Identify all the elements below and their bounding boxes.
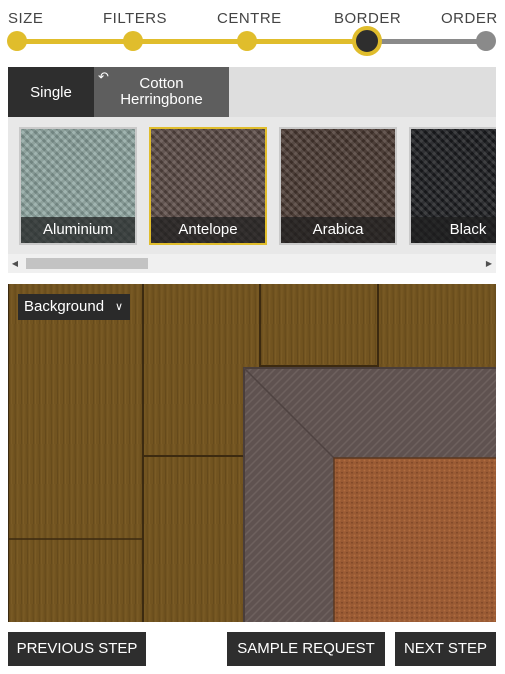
- step-order-label[interactable]: ORDER: [441, 10, 498, 27]
- tab-weave-label: Cotton Herringbone: [120, 75, 203, 108]
- step-size-label[interactable]: SIZE: [8, 10, 43, 27]
- background-dropdown[interactable]: Background ∨: [18, 294, 131, 320]
- step-border-dot[interactable]: [352, 26, 382, 56]
- border-selector-panel: Single ↶ Cotton Herringbone Aluminium An…: [8, 67, 496, 273]
- progress-stepper: SIZE FILTERS CENTRE BORDER ORDER: [0, 0, 505, 60]
- step-size-dot[interactable]: [7, 31, 27, 51]
- background-dropdown-label: Background: [24, 298, 105, 315]
- return-arrow-icon[interactable]: ↶: [98, 69, 109, 85]
- progress-track-completed: [17, 39, 367, 44]
- scroll-left-icon[interactable]: ◀: [8, 254, 22, 273]
- swatch-label: Arabica: [281, 217, 395, 243]
- swatch-label: Antelope: [151, 217, 265, 243]
- step-filters-label[interactable]: FILTERS: [103, 10, 167, 27]
- step-centre-dot[interactable]: [237, 31, 257, 51]
- swatch-aluminium[interactable]: Aluminium: [19, 127, 137, 245]
- step-order-dot[interactable]: [476, 31, 496, 51]
- next-step-button[interactable]: NEXT STEP: [395, 632, 496, 666]
- scrollbar-thumb[interactable]: [26, 258, 148, 269]
- progress-track-remaining: [367, 39, 485, 44]
- preview-image: [8, 284, 496, 622]
- swatch-label: Aluminium: [21, 217, 135, 243]
- swatch-label: Black: [411, 217, 496, 243]
- step-border-label[interactable]: BORDER: [334, 10, 401, 27]
- scroll-right-icon[interactable]: ▶: [482, 254, 496, 273]
- step-filters-dot[interactable]: [123, 31, 143, 51]
- chevron-down-icon: ∨: [115, 301, 124, 313]
- tab-cotton-herringbone[interactable]: ↶ Cotton Herringbone: [94, 67, 229, 117]
- swatch-black[interactable]: Black: [409, 127, 496, 245]
- rug-preview: Background ∨: [8, 284, 496, 622]
- sample-request-button[interactable]: SAMPLE REQUEST: [227, 632, 385, 666]
- swatch-carousel: Aluminium Antelope Arabica Black: [8, 117, 496, 254]
- previous-step-button[interactable]: PREVIOUS STEP: [8, 632, 146, 666]
- step-centre-label[interactable]: CENTRE: [217, 10, 282, 27]
- tab-single[interactable]: Single: [8, 67, 94, 117]
- horizontal-scrollbar[interactable]: ◀ ▶: [8, 254, 496, 273]
- swatch-arabica[interactable]: Arabica: [279, 127, 397, 245]
- swatch-antelope[interactable]: Antelope: [149, 127, 267, 245]
- tab-single-label: Single: [30, 83, 72, 101]
